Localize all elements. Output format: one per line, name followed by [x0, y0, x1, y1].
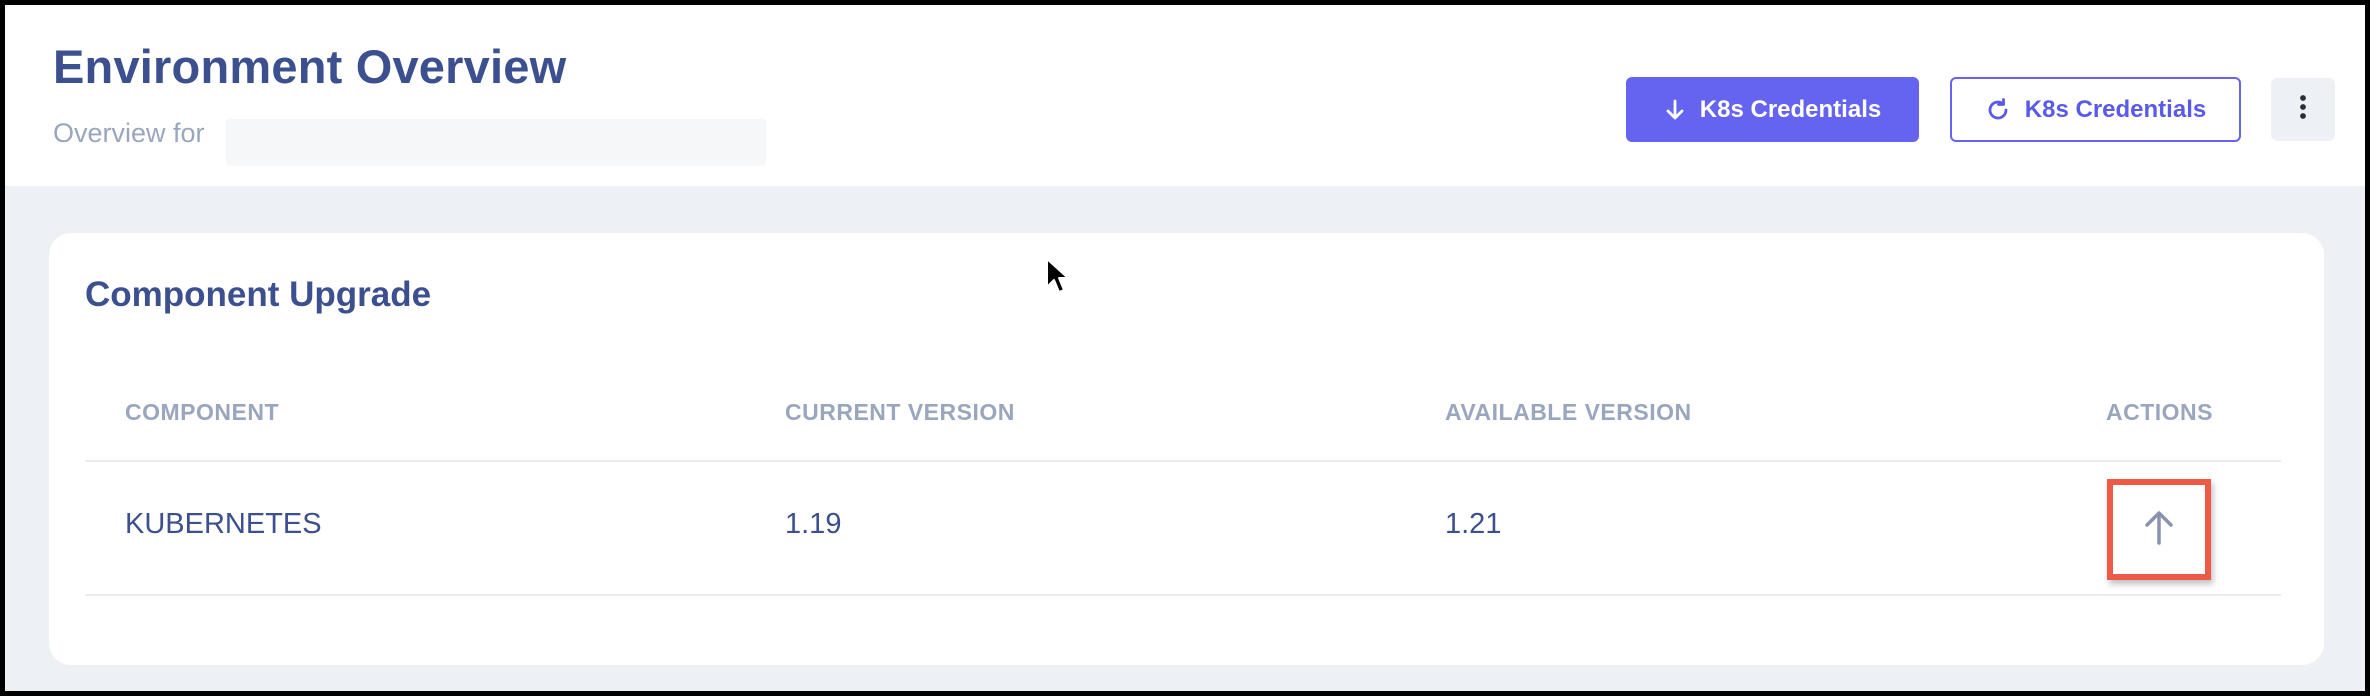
page-header: Environment Overview Overview for K8s Cr… [5, 5, 2365, 186]
column-header-component: COMPONENT [125, 399, 279, 425]
available-version-value: 1.21 [1445, 508, 1502, 540]
page-subtitle: Overview for [53, 118, 205, 148]
page-title: Environment Overview [53, 40, 567, 93]
column-header-actions: ACTIONS [2106, 399, 2213, 425]
component-upgrade-card: Component Upgrade COMPONENT CURRENT VERS… [49, 233, 2324, 665]
component-name: KUBERNETES [125, 508, 322, 540]
more-vertical-icon [2299, 94, 2307, 125]
download-arrow-icon [1664, 98, 1686, 122]
card-title: Component Upgrade [85, 275, 432, 314]
header-divider [85, 460, 2281, 462]
refresh-credentials-button[interactable]: K8s Credentials [1950, 77, 2241, 142]
column-header-current-version: CURRENT VERSION [785, 399, 1015, 425]
more-options-button[interactable] [2271, 78, 2335, 141]
app-window: Environment Overview Overview for K8s Cr… [5, 5, 2365, 691]
download-credentials-button[interactable]: K8s Credentials [1626, 77, 1919, 142]
column-header-available-version: AVAILABLE VERSION [1445, 399, 1692, 425]
refresh-icon [1985, 97, 2011, 123]
row-divider [85, 594, 2281, 596]
download-credentials-label: K8s Credentials [1699, 95, 1882, 123]
redacted-environment-name [226, 119, 766, 166]
upgrade-button[interactable] [2107, 479, 2211, 580]
arrow-up-icon [2141, 507, 2177, 552]
refresh-credentials-label: K8s Credentials [2024, 95, 2207, 123]
current-version-value: 1.19 [785, 508, 842, 540]
